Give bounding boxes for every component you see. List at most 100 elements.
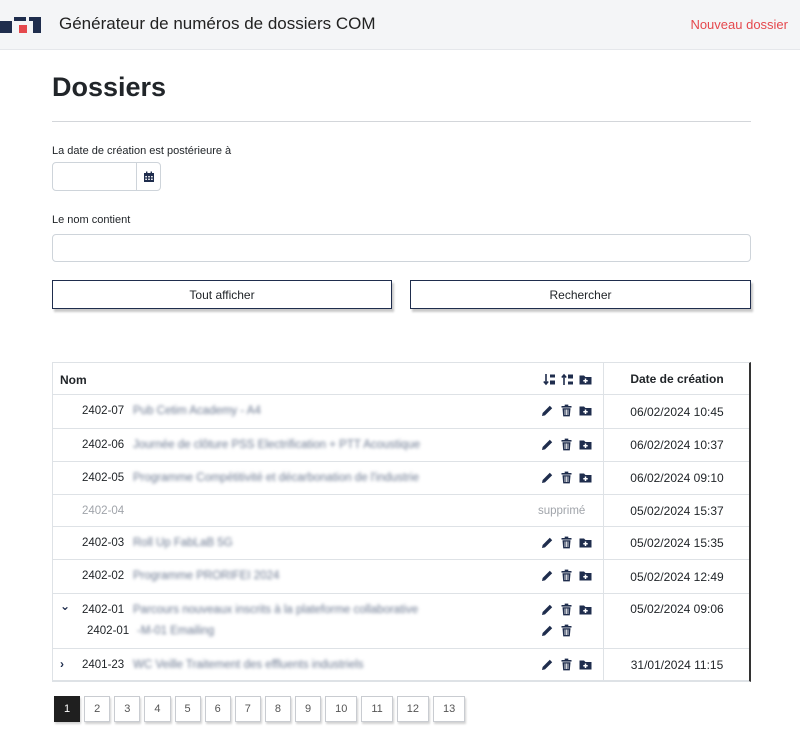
- delete-icon[interactable]: [560, 404, 573, 417]
- expand-chevron-icon[interactable]: ›: [60, 657, 64, 671]
- dossier-number: 2402-02: [82, 570, 125, 582]
- dossier-description: WC Veille Traitement des effluents indus…: [133, 659, 364, 671]
- creation-date: 06/02/2024 10:45: [603, 395, 750, 429]
- dossier-description: Parcours nouveaux inscrits à la platefor…: [133, 604, 419, 616]
- dossiers-table: Nom Date de création 2402-07 Pub Cetim Ac…: [52, 362, 751, 682]
- dossier-description: Roll Up FabLaB 5G: [133, 537, 233, 549]
- title-divider: [52, 121, 751, 122]
- edit-icon[interactable]: [541, 603, 554, 616]
- dossier-number: 2402-06: [82, 439, 125, 451]
- column-name-header[interactable]: Nom: [60, 373, 87, 387]
- edit-icon[interactable]: [541, 569, 554, 582]
- edit-icon[interactable]: [541, 658, 554, 671]
- row-actions: [541, 404, 592, 417]
- table-row[interactable]: 2402-05 Programme Compétitivité et décarb…: [53, 462, 749, 495]
- search-button[interactable]: Rechercher: [410, 280, 751, 309]
- edit-icon[interactable]: [541, 624, 554, 637]
- creation-date: 05/02/2024 09:06: [603, 594, 750, 649]
- creation-date: 05/02/2024 15:35: [603, 527, 750, 560]
- table-row[interactable]: 2402-03 Roll Up FabLaB 5G 05/02/2024 15:35: [53, 527, 749, 560]
- page-button-2[interactable]: 2: [84, 696, 111, 722]
- pagination: 1 2 3 4 5 6 7 8 9 10 11 12 13: [54, 696, 466, 722]
- date-filter-label: La date de création est postérieure à: [52, 145, 232, 157]
- show-all-button[interactable]: Tout afficher: [52, 280, 392, 309]
- page-button-12[interactable]: 12: [396, 696, 430, 722]
- page-button-3[interactable]: 3: [114, 696, 141, 722]
- dossier-description: Programme PRORIFEI 2024: [133, 570, 280, 582]
- add-folder-icon[interactable]: [579, 569, 592, 582]
- table-row[interactable]: 2402-02 Programme PRORIFEI 2024 05/02/2024…: [53, 560, 749, 594]
- delete-icon[interactable]: [560, 569, 573, 582]
- row-actions: [541, 569, 592, 582]
- row-actions: [541, 536, 592, 549]
- calendar-button[interactable]: [136, 162, 161, 191]
- dossier-number: 2402-03: [82, 537, 125, 549]
- table-row[interactable]: 2402-04 supprimé 05/02/2024 15:37: [53, 495, 749, 527]
- table-row[interactable]: › 2401-23 WC Veille Traitement des effluen…: [53, 649, 749, 681]
- add-folder-icon[interactable]: [579, 658, 592, 671]
- table-row[interactable]: 2402-07 Pub Cetim Academy - A4 06/02/2024 …: [53, 395, 749, 429]
- row-actions: [541, 438, 592, 451]
- page-button-11[interactable]: 11: [361, 696, 393, 722]
- add-folder-icon[interactable]: [579, 373, 592, 386]
- row-actions: [541, 471, 592, 484]
- sort-ascending-icon[interactable]: [543, 373, 556, 386]
- page-button-8[interactable]: 8: [264, 696, 291, 722]
- dossier-number: 2402-05: [82, 472, 125, 484]
- add-folder-icon[interactable]: [579, 471, 592, 484]
- add-folder-icon[interactable]: [579, 536, 592, 549]
- page-button-7[interactable]: 7: [234, 696, 261, 722]
- page-button-4[interactable]: 4: [144, 696, 171, 722]
- add-folder-icon[interactable]: [579, 438, 592, 451]
- name-filter-input[interactable]: [52, 234, 751, 262]
- creation-date: 31/01/2024 11:15: [603, 649, 750, 681]
- navbar: Générateur de numéros de dossiers COM No…: [0, 0, 800, 50]
- sub-row-actions: [541, 624, 573, 637]
- page-button-9[interactable]: 9: [295, 696, 322, 722]
- table-row[interactable]: 2402-06 Journée de clôture PSS Electrific…: [53, 429, 749, 462]
- delete-icon[interactable]: [560, 603, 573, 616]
- creation-date: 05/02/2024 15:37: [603, 495, 750, 527]
- page-button-6[interactable]: 6: [204, 696, 231, 722]
- edit-icon[interactable]: [541, 471, 554, 484]
- delete-icon[interactable]: [560, 438, 573, 451]
- creation-date: 05/02/2024 12:49: [603, 560, 750, 594]
- dossier-description: Pub Cetim Academy - A4: [133, 405, 261, 417]
- calendar-icon: [143, 171, 154, 182]
- delete-icon[interactable]: [560, 624, 573, 637]
- dossier-description: Programme Compétitivité et décarbonation…: [133, 472, 420, 484]
- column-date-header[interactable]: Date de création: [603, 363, 750, 395]
- add-folder-icon[interactable]: [579, 603, 592, 616]
- edit-icon[interactable]: [541, 536, 554, 549]
- deleted-status: supprimé: [538, 505, 586, 517]
- header-actions: [543, 373, 592, 386]
- new-dossier-link[interactable]: Nouveau dossier: [690, 17, 788, 32]
- dossier-number: 2402-01: [82, 604, 125, 616]
- page-title: Dossiers: [52, 72, 167, 102]
- edit-icon[interactable]: [541, 438, 554, 451]
- add-folder-icon[interactable]: [579, 404, 592, 417]
- brand-logo[interactable]: [0, 15, 45, 35]
- delete-icon[interactable]: [560, 658, 573, 671]
- sub-dossier-description: -M-01 Emailing: [137, 625, 215, 637]
- creation-date: 06/02/2024 10:37: [603, 429, 750, 462]
- page-button-10[interactable]: 10: [325, 696, 358, 722]
- dossier-description: Journée de clôture PSS Electrification +…: [133, 439, 421, 451]
- delete-icon[interactable]: [560, 536, 573, 549]
- page-button-13[interactable]: 13: [433, 696, 466, 722]
- app-title[interactable]: Générateur de numéros de dossiers COM: [59, 14, 376, 34]
- date-filter-input[interactable]: [52, 162, 137, 191]
- dossier-number: 2401-23: [82, 659, 125, 671]
- row-actions: [541, 658, 592, 671]
- sub-dossier-number: 2402-01: [87, 625, 130, 637]
- page-button-1[interactable]: 1: [54, 696, 81, 722]
- delete-icon[interactable]: [560, 471, 573, 484]
- name-filter-label: Le nom contient: [52, 214, 131, 226]
- page-button-5[interactable]: 5: [174, 696, 201, 722]
- collapse-chevron-icon[interactable]: ⌄: [60, 599, 70, 613]
- dossier-number: 2402-04: [82, 505, 125, 517]
- sort-descending-icon[interactable]: [561, 373, 574, 386]
- table-row[interactable]: ⌄ 2402-01 Parcours nouveaux inscrits à la …: [53, 594, 749, 649]
- edit-icon[interactable]: [541, 404, 554, 417]
- row-actions: [541, 603, 592, 616]
